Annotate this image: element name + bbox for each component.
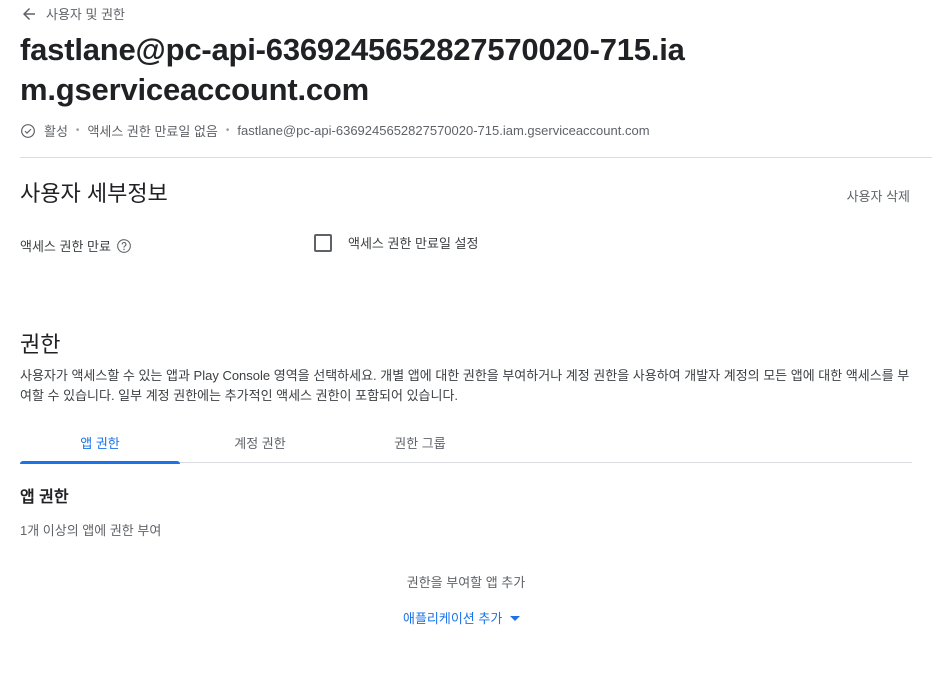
page-title: fastlane@pc-api-6369245652827570020-715.… [20, 32, 685, 107]
delete-user-button[interactable]: 사용자 삭제 [847, 186, 910, 205]
separator-dot: • [75, 125, 80, 136]
separator-dot: • [225, 125, 230, 136]
account-meta: 활성 • 액세스 권한 만료일 없음 • fastlane@pc-api-636… [20, 121, 650, 140]
header-divider [20, 157, 932, 158]
add-application-label: 애플리케이션 추가 [403, 611, 503, 626]
access-expiry-label-text: 액세스 권한 만료 [20, 239, 111, 254]
access-expiry-label: 액세스 권한 만료 [20, 236, 132, 255]
back-link[interactable]: 사용자 및 권한 [20, 4, 125, 23]
help-icon[interactable] [116, 238, 132, 254]
user-details-heading: 사용자 세부정보 [20, 181, 168, 206]
back-link-label: 사용자 및 권한 [46, 7, 125, 22]
check-circle-icon [21, 123, 35, 138]
arrow-back-icon [23, 7, 35, 20]
permissions-heading: 권한 [20, 332, 61, 357]
expiry-status-text: 액세스 권한 만료일 없음 [87, 124, 218, 139]
add-application-dropdown[interactable]: 애플리케이션 추가 [403, 608, 521, 627]
add-app-label: 권한을 부여할 앱 추가 [406, 575, 526, 590]
permissions-tabs: 앱 권한 계정 권한 권한 그룹 [20, 422, 912, 464]
status-text: 활성 [44, 124, 68, 139]
account-email: fastlane@pc-api-6369245652827570020-715.… [237, 123, 650, 138]
permissions-description: 사용자가 액세스할 수 있는 앱과 Play Console 영역을 선택하세요… [20, 368, 910, 403]
access-expiry-checkbox-label: 액세스 권한 만료일 설정 [348, 236, 479, 251]
checkbox-icon[interactable] [314, 233, 332, 252]
user-permissions-page: 사용자 및 권한 fastlane@pc-api-636924565282757… [0, 0, 932, 700]
tab-permission-groups[interactable]: 권한 그룹 [340, 422, 500, 462]
tab-app-permissions[interactable]: 앱 권한 [20, 422, 180, 464]
access-expiry-checkbox[interactable]: 액세스 권한 만료일 설정 [314, 233, 478, 252]
app-permissions-description: 1개 이상의 앱에 권한 부여 [20, 523, 162, 538]
tab-account-permissions[interactable]: 계정 권한 [180, 422, 340, 462]
app-permissions-heading: 앱 권한 [20, 489, 69, 506]
caret-down-icon [510, 615, 521, 621]
